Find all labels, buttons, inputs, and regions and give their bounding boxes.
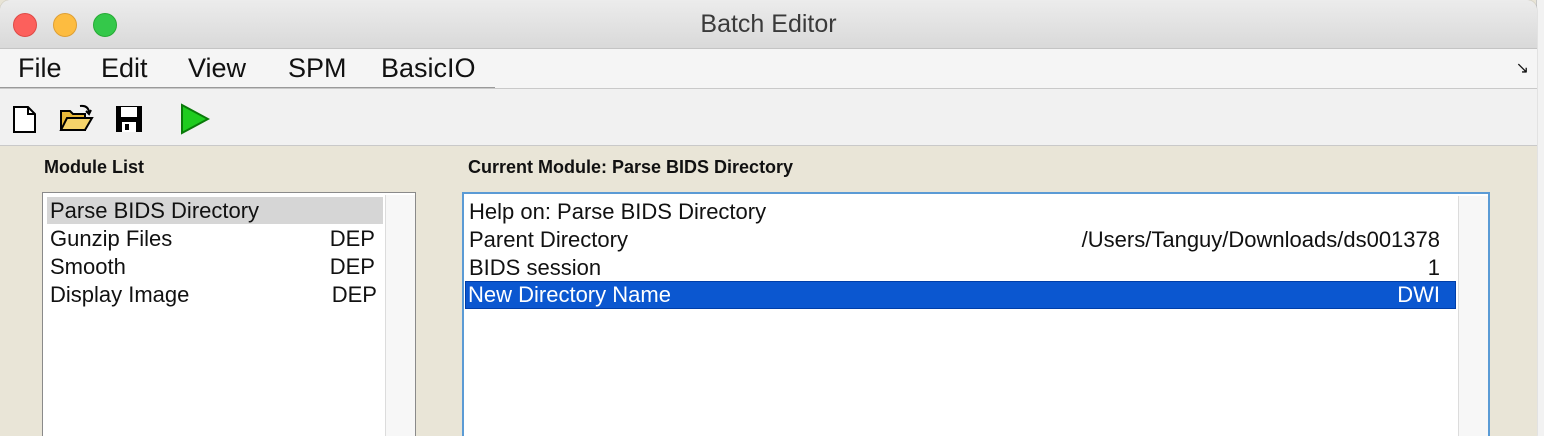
current-module-label: Current Module: Parse BIDS Directory <box>468 157 794 177</box>
item-name: BIDS session <box>469 255 602 280</box>
current-module-list[interactable]: Help on: Parse BIDS Directory Parent Dir… <box>462 192 1490 436</box>
item-name: Help on: Parse BIDS Directory <box>469 199 767 224</box>
module-list[interactable]: Parse BIDS Directory Gunzip Files DEP Sm… <box>42 192 416 436</box>
module-tag: DEP <box>329 226 375 251</box>
item-value: DWI <box>1397 282 1440 307</box>
menu-bar: File Edit View SPM BasicIO <box>0 49 1537 89</box>
item-value: /Users/Tanguy/Downloads/ds001378 <box>1081 227 1440 252</box>
open-folder-icon[interactable] <box>58 103 94 135</box>
window-title: Batch Editor <box>700 10 837 38</box>
item-value: 1 <box>1427 255 1440 280</box>
menu-basicio[interactable]: BasicIO <box>381 53 476 84</box>
module-list-item[interactable]: Smooth DEP <box>47 253 383 280</box>
module-list-scrollbar[interactable] <box>385 195 415 436</box>
module-list-item[interactable]: Parse BIDS Directory <box>47 197 383 224</box>
menu-view[interactable]: View <box>188 53 246 84</box>
title-bar: Batch Editor <box>0 0 1537 49</box>
toolbar <box>0 89 1537 146</box>
module-list-item[interactable]: Gunzip Files DEP <box>47 225 383 252</box>
current-module-scrollbar[interactable] <box>1458 196 1488 436</box>
background-window-edge <box>1536 0 1544 436</box>
module-name: Smooth <box>50 254 126 279</box>
new-file-icon[interactable] <box>9 103 41 135</box>
batch-editor-window: Batch Editor File Edit View SPM BasicIO … <box>0 0 1537 436</box>
module-name: Display Image <box>50 282 190 307</box>
module-item-row[interactable]: Parent Directory /Users/Tanguy/Downloads… <box>466 226 1456 253</box>
module-list-item[interactable]: Display Image DEP <box>47 281 383 308</box>
module-name: Parse BIDS Directory <box>50 198 260 223</box>
module-item-row[interactable]: Help on: Parse BIDS Directory <box>466 198 1456 225</box>
module-name: Gunzip Files <box>50 226 173 251</box>
menu-spm[interactable]: SPM <box>288 53 347 84</box>
module-tag: DEP <box>329 254 375 279</box>
menu-edit[interactable]: Edit <box>101 53 148 84</box>
menu-divider <box>0 87 495 88</box>
run-icon[interactable] <box>178 103 211 135</box>
item-name: Parent Directory <box>469 227 628 252</box>
module-list-label: Module List <box>44 157 144 177</box>
module-item-row-selected[interactable]: New Directory Name DWI <box>465 281 1456 309</box>
module-tag: DEP <box>331 282 377 307</box>
item-name: New Directory Name <box>468 282 671 307</box>
save-icon[interactable] <box>113 103 145 135</box>
menu-file[interactable]: File <box>18 53 62 84</box>
module-item-row[interactable]: BIDS session 1 <box>466 254 1456 281</box>
menu-corner-arrow-icon[interactable]: ↘ <box>1516 58 1529 78</box>
